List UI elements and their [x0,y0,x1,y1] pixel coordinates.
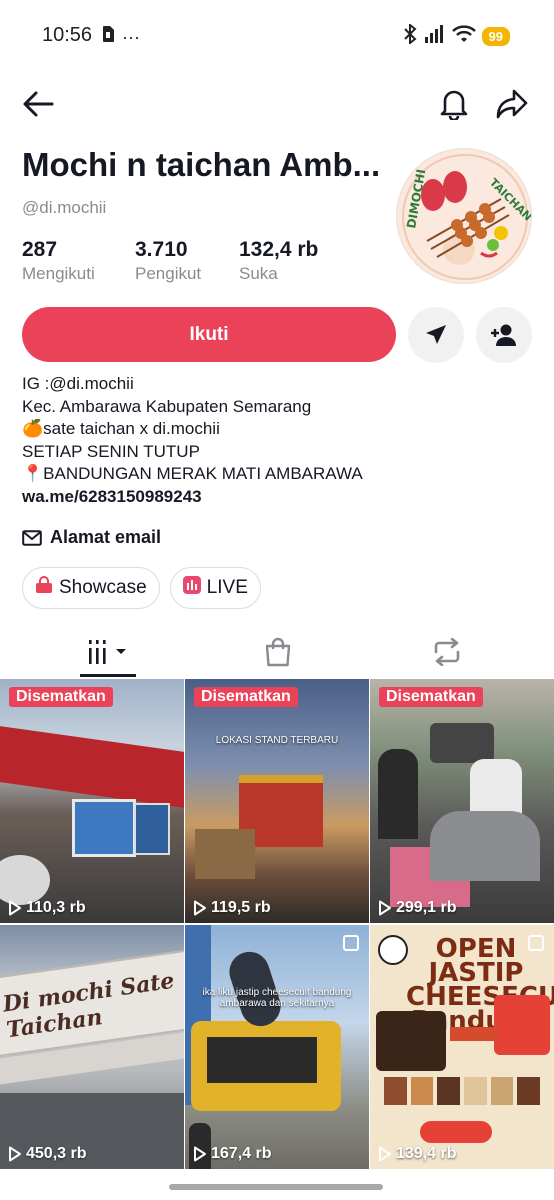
video-thumbnail[interactable]: ika liku jastip cheesecuit bandung ambar… [185,925,369,1169]
wifi-icon [451,25,476,48]
top-nav [0,80,554,126]
content-tabs [0,628,554,676]
pinned-badge: Disematkan [194,687,298,707]
tab-videos[interactable] [16,628,201,676]
follow-button[interactable]: Ikuti [22,307,396,362]
bio-line: 🍊sate taichan x di.mochii [22,419,220,438]
sim-card-icon [102,26,114,47]
arrow-left-icon [23,91,54,117]
avatar-logo: TAICHAN DIMOCHI [402,154,531,280]
bio-line: Kec. Ambarawa Kabupaten Semarang [22,396,312,416]
profile-handle: @di.mochii [22,198,107,217]
email-label: Alamat email [50,527,162,547]
more-notifications-icon: ··· [122,26,140,47]
followers-label: Pengikut [135,264,202,283]
status-time: 10:56 [42,24,93,46]
live-label: LIVE [206,577,248,598]
multi-photo-icon [343,935,359,951]
following-count: 287 [22,238,58,261]
battery-icon: 99 [481,27,510,46]
multi-photo-icon [528,935,544,951]
video-caption: LOKASI STAND TERBARU [215,735,339,746]
video-thumbnail[interactable]: OPEN JASTIP CHEESECUIT Bandung 139,4 rb [370,925,554,1169]
share-button[interactable] [492,84,532,124]
repost-icon [434,638,459,666]
video-thumbnail[interactable]: Di mochi Sate Taichan 450,3 rb [0,925,184,1169]
view-count: 110,3 rb [26,899,86,916]
play-icon [194,900,206,916]
play-icon [9,1146,21,1162]
following-label: Mengikuti [22,264,95,283]
pinned-badge: Disematkan [379,687,483,707]
video-thumbnail[interactable]: Disematkan 110,3 rb [0,679,184,923]
live-chip[interactable]: LIVE [169,567,261,609]
showcase-label: Showcase [59,577,147,598]
back-button[interactable] [18,84,58,124]
live-icon [182,576,201,600]
add-person-icon [491,324,516,346]
video-grid-icon [88,640,126,664]
profile-name: Mochi n taichan Amb... [22,146,381,183]
play-icon [9,900,21,916]
profile-bio: IG :@di.mochii Kec. Ambarawa Kabupaten S… [22,373,363,508]
showcase-chip[interactable]: Showcase [22,567,160,609]
likes-stat[interactable]: 132,4 rb Suka [239,238,349,284]
profile-stats: 287 Mengikuti 3.710 Pengikut 132,4 rb Su… [22,238,349,284]
video-caption: ika liku jastip cheesecuit bandung ambar… [202,987,352,1009]
bio-line: IG :@di.mochii [22,374,134,393]
envelope-icon [22,529,42,546]
play-icon [194,1146,206,1162]
suggest-accounts-button[interactable] [476,307,532,363]
bluetooth-icon [402,22,418,49]
view-count: 299,1 rb [396,899,457,916]
share-icon [496,89,528,119]
avatar[interactable]: TAICHAN DIMOCHI [396,148,532,284]
followers-count: 3.710 [135,238,188,261]
view-count: 139,4 rb [396,1145,457,1162]
active-tab-indicator [80,674,136,677]
view-count: 119,5 rb [211,899,271,916]
followers-stat[interactable]: 3.710 Pengikut [135,238,239,284]
shopping-bag-icon [265,637,290,667]
following-stat[interactable]: 287 Mengikuti [22,238,135,284]
profile-chips: Showcase LIVE [22,567,261,609]
send-icon [426,325,446,344]
status-bar: 10:56 ··· 99 [0,0,554,70]
pinned-badge: Disematkan [9,687,113,707]
bio-link[interactable]: wa.me/6283150989243 [22,486,363,509]
play-icon [379,900,391,916]
video-thumbnail[interactable]: Disematkan 299,1 rb [370,679,554,923]
video-thumbnail[interactable]: LOKASI STAND TERBARU Disematkan 119,5 rb [185,679,369,923]
bio-line: SETIAP SENIN TUTUP [22,441,200,461]
tab-shop[interactable] [185,628,370,676]
view-count: 450,3 rb [26,1145,87,1162]
home-indicator[interactable] [169,1184,383,1190]
signal-icon [424,25,446,48]
play-icon [379,1146,391,1162]
notifications-button[interactable] [434,84,474,124]
bio-line: 📍BANDUNGAN MERAK MATI AMBARAWA [22,464,363,483]
shopping-basket-icon [35,576,53,600]
view-count: 167,4 rb [211,1145,272,1162]
email-button[interactable]: Alamat email [22,527,161,548]
likes-count: 132,4 rb [239,238,319,261]
tab-reposts[interactable] [354,628,539,676]
message-button[interactable] [408,307,464,363]
likes-label: Suka [239,264,278,283]
bell-icon [440,90,468,120]
